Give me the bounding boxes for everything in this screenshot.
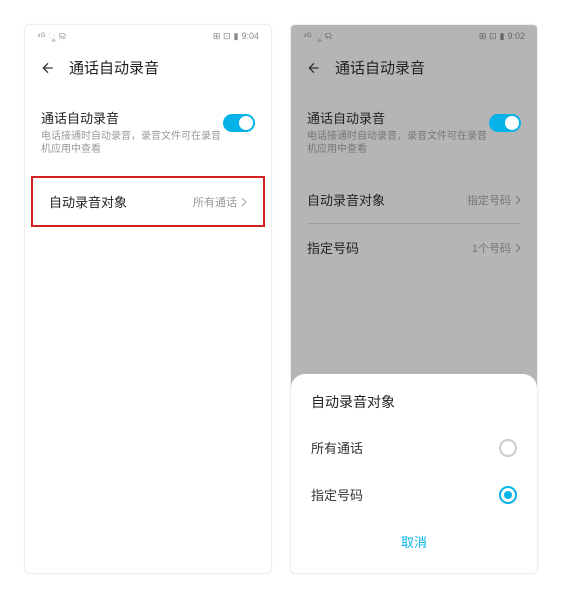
auto-record-toggle[interactable] (489, 114, 521, 132)
status-time: 9:04 (241, 31, 259, 41)
auto-record-section: 通话自动录音 电话接通时自动录音，录音文件可在录音机应用中查看 (291, 88, 537, 176)
specified-number-value: 1个号码 (472, 240, 511, 256)
auto-record-desc: 电话接通时自动录音，录音文件可在录音机应用中查看 (41, 130, 223, 156)
signal-icons: ⁴ᴳୁଲ (303, 31, 332, 42)
highlight-box: 自动录音对象 所有通话 (31, 176, 265, 227)
auto-record-row: 通话自动录音 电话接通时自动录音，录音文件可在录音机应用中查看 (41, 100, 255, 164)
record-target-row[interactable]: 自动录音对象 所有通话 (33, 178, 263, 225)
chevron-right-icon (515, 243, 521, 253)
auto-record-row: 通话自动录音 电话接通时自动录音，录音文件可在录音机应用中查看 (307, 100, 521, 164)
nfc-icon: ⊞ ⊡ (479, 31, 497, 42)
back-icon[interactable] (305, 59, 323, 77)
record-target-label: 自动录音对象 (49, 192, 127, 211)
header: 通话自动录音 (25, 47, 271, 88)
auto-record-toggle[interactable] (223, 114, 255, 132)
sheet-option-label: 所有通话 (311, 438, 363, 457)
status-bar: ⁴ᴳୁଲ ⊞ ⊡ ▮ 9:04 (25, 25, 271, 47)
auto-record-label: 通话自动录音 (307, 108, 489, 127)
chevron-right-icon (241, 197, 247, 207)
sheet-option-label: 指定号码 (311, 485, 363, 504)
bottom-sheet: 自动录音对象 所有通话 指定号码 取消 (291, 374, 537, 573)
record-target-value: 所有通话 (193, 194, 237, 210)
specified-number-label: 指定号码 (307, 238, 359, 257)
sheet-option-all-calls[interactable]: 所有通话 (291, 424, 537, 471)
auto-record-label: 通话自动录音 (41, 108, 223, 127)
status-time: 9:02 (507, 31, 525, 41)
sheet-option-specified[interactable]: 指定号码 (291, 471, 537, 518)
nfc-icon: ⊞ ⊡ (213, 31, 231, 42)
specified-number-row[interactable]: 指定号码 1个号码 (291, 224, 537, 271)
radio-selected[interactable] (499, 486, 517, 504)
record-target-value: 指定号码 (467, 192, 511, 208)
page-title: 通话自动录音 (69, 57, 159, 78)
phone-screen-right: ⁴ᴳୁଲ ⊞ ⊡ ▮ 9:02 通话自动录音 通话自动录音 电话接通时自动录音，… (291, 25, 537, 573)
back-icon[interactable] (39, 59, 57, 77)
battery-icon: ▮ (500, 31, 505, 42)
page-title: 通话自动录音 (335, 57, 425, 78)
status-right: ⊞ ⊡ ▮ 9:04 (213, 31, 259, 42)
auto-record-section: 通话自动录音 电话接通时自动录音，录音文件可在录音机应用中查看 (25, 88, 271, 176)
record-target-label: 自动录音对象 (307, 190, 385, 209)
phone-screen-left: ⁴ᴳୁଲ ⊞ ⊡ ▮ 9:04 通话自动录音 通话自动录音 电话接通时自动录音，… (25, 25, 271, 573)
status-right: ⊞ ⊡ ▮ 9:02 (479, 31, 525, 42)
auto-record-desc: 电话接通时自动录音，录音文件可在录音机应用中查看 (307, 130, 489, 156)
radio-unselected[interactable] (499, 439, 517, 457)
record-target-row[interactable]: 自动录音对象 指定号码 (291, 176, 537, 223)
sheet-title: 自动录音对象 (291, 392, 537, 424)
chevron-right-icon (515, 195, 521, 205)
header: 通话自动录音 (291, 47, 537, 88)
signal-icons: ⁴ᴳୁଲ (37, 31, 66, 42)
status-bar: ⁴ᴳୁଲ ⊞ ⊡ ▮ 9:02 (291, 25, 537, 47)
battery-icon: ▮ (234, 31, 239, 42)
sheet-cancel-button[interactable]: 取消 (291, 518, 537, 565)
